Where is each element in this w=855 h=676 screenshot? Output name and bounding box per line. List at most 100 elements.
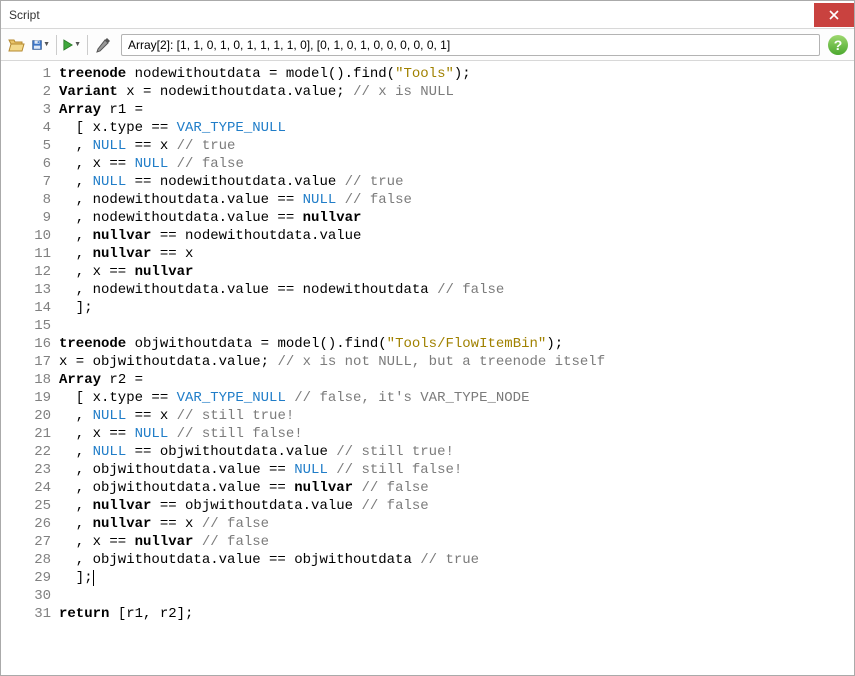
line-number: 6 <box>1 155 59 173</box>
eyedropper-icon <box>95 37 111 53</box>
code-line[interactable]: 23 , objwithoutdata.value == NULL // sti… <box>1 461 854 479</box>
code-line[interactable]: 22 , NULL == objwithoutdata.value // sti… <box>1 443 854 461</box>
chevron-down-icon: ▼ <box>74 41 81 48</box>
code-line[interactable]: 27 , x == nullvar // false <box>1 533 854 551</box>
code-content: treenode objwithoutdata = model().find("… <box>59 335 854 353</box>
close-icon <box>829 10 839 20</box>
line-number: 30 <box>1 587 59 605</box>
code-line[interactable]: 2Variant x = nodewithoutdata.value; // x… <box>1 83 854 101</box>
code-line[interactable]: 16treenode objwithoutdata = model().find… <box>1 335 854 353</box>
code-line[interactable]: 12 , x == nullvar <box>1 263 854 281</box>
code-content <box>59 317 854 335</box>
code-content: Array r2 = <box>59 371 854 389</box>
code-content: , objwithoutdata.value == nullvar // fal… <box>59 479 854 497</box>
play-icon <box>63 38 73 52</box>
code-line[interactable]: 26 , nullvar == x // false <box>1 515 854 533</box>
output-field[interactable]: Array[2]: [1, 1, 0, 1, 0, 1, 1, 1, 1, 0]… <box>121 34 820 56</box>
code-content: , NULL == objwithoutdata.value // still … <box>59 443 854 461</box>
line-number: 15 <box>1 317 59 335</box>
code-line[interactable]: 24 , objwithoutdata.value == nullvar // … <box>1 479 854 497</box>
code-line[interactable]: 29 ]; <box>1 569 854 587</box>
code-content: , objwithoutdata.value == NULL // still … <box>59 461 854 479</box>
text-cursor <box>93 570 94 586</box>
window-title: Script <box>9 8 40 22</box>
close-button[interactable] <box>814 3 854 27</box>
code-line[interactable]: 28 , objwithoutdata.value == objwithoutd… <box>1 551 854 569</box>
code-line[interactable]: 7 , NULL == nodewithoutdata.value // tru… <box>1 173 854 191</box>
code-line[interactable]: 3Array r1 = <box>1 101 854 119</box>
code-content: Variant x = nodewithoutdata.value; // x … <box>59 83 854 101</box>
line-number: 17 <box>1 353 59 371</box>
code-content: , nullvar == x // false <box>59 515 854 533</box>
code-content: , nullvar == x <box>59 245 854 263</box>
code-line[interactable]: 9 , nodewithoutdata.value == nullvar <box>1 209 854 227</box>
help-icon: ? <box>834 37 843 53</box>
code-line[interactable]: 19 [ x.type == VAR_TYPE_NULL // false, i… <box>1 389 854 407</box>
line-number: 20 <box>1 407 59 425</box>
code-line[interactable]: 25 , nullvar == objwithoutdata.value // … <box>1 497 854 515</box>
code-line[interactable]: 31return [r1, r2]; <box>1 605 854 623</box>
code-line[interactable]: 13 , nodewithoutdata.value == nodewithou… <box>1 281 854 299</box>
floppy-disk-icon <box>32 37 42 53</box>
code-line[interactable]: 21 , x == NULL // still false! <box>1 425 854 443</box>
code-content: , x == NULL // still false! <box>59 425 854 443</box>
code-content: , NULL == x // true <box>59 137 854 155</box>
code-content: , nodewithoutdata.value == NULL // false <box>59 191 854 209</box>
code-content: treenode nodewithoutdata = model().find(… <box>59 65 854 83</box>
code-content: ]; <box>59 569 854 587</box>
line-number: 19 <box>1 389 59 407</box>
code-content <box>59 587 854 605</box>
line-number: 22 <box>1 443 59 461</box>
code-line[interactable]: 4 [ x.type == VAR_TYPE_NULL <box>1 119 854 137</box>
code-content: Array r1 = <box>59 101 854 119</box>
code-line[interactable]: 18Array r2 = <box>1 371 854 389</box>
code-content: x = objwithoutdata.value; // x is not NU… <box>59 353 854 371</box>
line-number: 16 <box>1 335 59 353</box>
code-line[interactable]: 8 , nodewithoutdata.value == NULL // fal… <box>1 191 854 209</box>
help-button[interactable]: ? <box>828 35 848 55</box>
code-line[interactable]: 11 , nullvar == x <box>1 245 854 263</box>
run-button[interactable]: ▼ <box>62 35 82 55</box>
line-number: 25 <box>1 497 59 515</box>
separator <box>56 35 57 55</box>
line-number: 7 <box>1 173 59 191</box>
save-button[interactable]: ▼ <box>31 35 51 55</box>
code-content: , x == nullvar <box>59 263 854 281</box>
code-content: , nullvar == objwithoutdata.value // fal… <box>59 497 854 515</box>
line-number: 24 <box>1 479 59 497</box>
line-number: 18 <box>1 371 59 389</box>
code-content: , nullvar == nodewithoutdata.value <box>59 227 854 245</box>
code-content: return [r1, r2]; <box>59 605 854 623</box>
folder-open-icon <box>8 37 26 53</box>
code-line[interactable]: 5 , NULL == x // true <box>1 137 854 155</box>
line-number: 11 <box>1 245 59 263</box>
code-line[interactable]: 1treenode nodewithoutdata = model().find… <box>1 65 854 83</box>
line-number: 14 <box>1 299 59 317</box>
title-bar: Script <box>1 1 854 29</box>
sampler-button[interactable] <box>93 35 113 55</box>
code-content: [ x.type == VAR_TYPE_NULL <box>59 119 854 137</box>
output-text: Array[2]: [1, 1, 0, 1, 0, 1, 1, 1, 1, 0]… <box>128 38 450 52</box>
code-line[interactable]: 17x = objwithoutdata.value; // x is not … <box>1 353 854 371</box>
line-number: 27 <box>1 533 59 551</box>
code-line[interactable]: 10 , nullvar == nodewithoutdata.value <box>1 227 854 245</box>
code-content: , x == NULL // false <box>59 155 854 173</box>
separator <box>87 35 88 55</box>
line-number: 9 <box>1 209 59 227</box>
code-content: [ x.type == VAR_TYPE_NULL // false, it's… <box>59 389 854 407</box>
line-number: 31 <box>1 605 59 623</box>
code-line[interactable]: 20 , NULL == x // still true! <box>1 407 854 425</box>
code-editor[interactable]: 1treenode nodewithoutdata = model().find… <box>1 61 854 675</box>
code-content: , nodewithoutdata.value == nullvar <box>59 209 854 227</box>
line-number: 12 <box>1 263 59 281</box>
code-line[interactable]: 15 <box>1 317 854 335</box>
line-number: 2 <box>1 83 59 101</box>
line-number: 21 <box>1 425 59 443</box>
code-content: , NULL == nodewithoutdata.value // true <box>59 173 854 191</box>
code-line[interactable]: 30 <box>1 587 854 605</box>
code-line[interactable]: 6 , x == NULL // false <box>1 155 854 173</box>
code-content: , objwithoutdata.value == objwithoutdata… <box>59 551 854 569</box>
open-file-button[interactable] <box>7 35 27 55</box>
line-number: 8 <box>1 191 59 209</box>
code-line[interactable]: 14 ]; <box>1 299 854 317</box>
